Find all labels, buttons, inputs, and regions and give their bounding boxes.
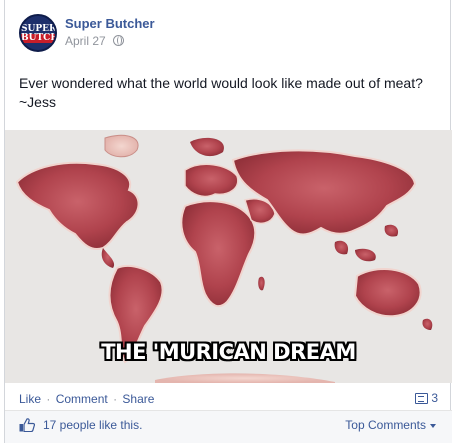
post-date-text[interactable]: April 27 [65, 34, 106, 48]
globe-icon [113, 35, 125, 46]
comment-count-button[interactable]: 3 [415, 391, 438, 405]
likes-text: 17 people like this. [43, 418, 143, 432]
comment-icon [415, 392, 429, 404]
page-name-link[interactable]: Super Butcher [65, 16, 155, 31]
thumbs-up-icon [19, 418, 36, 433]
facebook-post: SUPER BUTCHER Super Butcher April 27 Eve… [4, 0, 452, 443]
comment-count-value: 3 [431, 391, 438, 405]
page-avatar[interactable]: SUPER BUTCHER [19, 14, 57, 52]
post-message: Ever wondered what the world would look … [19, 75, 423, 110]
post-actions: Like · Comment · Share [19, 392, 154, 406]
caret-down-icon [430, 424, 436, 428]
action-separator: · [46, 392, 51, 406]
avatar-text-bottom: BUTCHER [21, 34, 55, 43]
post-photo[interactable]: THE 'MURICAN DREAM [5, 130, 452, 383]
post-date[interactable]: April 27 [65, 34, 125, 48]
top-comments-dropdown[interactable]: Top Comments [345, 418, 436, 432]
comment-link[interactable]: Comment [56, 392, 108, 406]
image-meme-caption: THE 'MURICAN DREAM [101, 340, 356, 364]
post-header: SUPER BUTCHER Super Butcher April 27 [19, 14, 439, 54]
like-link[interactable]: Like [19, 392, 41, 406]
share-link[interactable]: Share [122, 392, 154, 406]
top-comments-label: Top Comments [345, 418, 426, 432]
action-separator: · [113, 392, 118, 406]
likes-summary[interactable]: 17 people like this. [19, 418, 143, 433]
